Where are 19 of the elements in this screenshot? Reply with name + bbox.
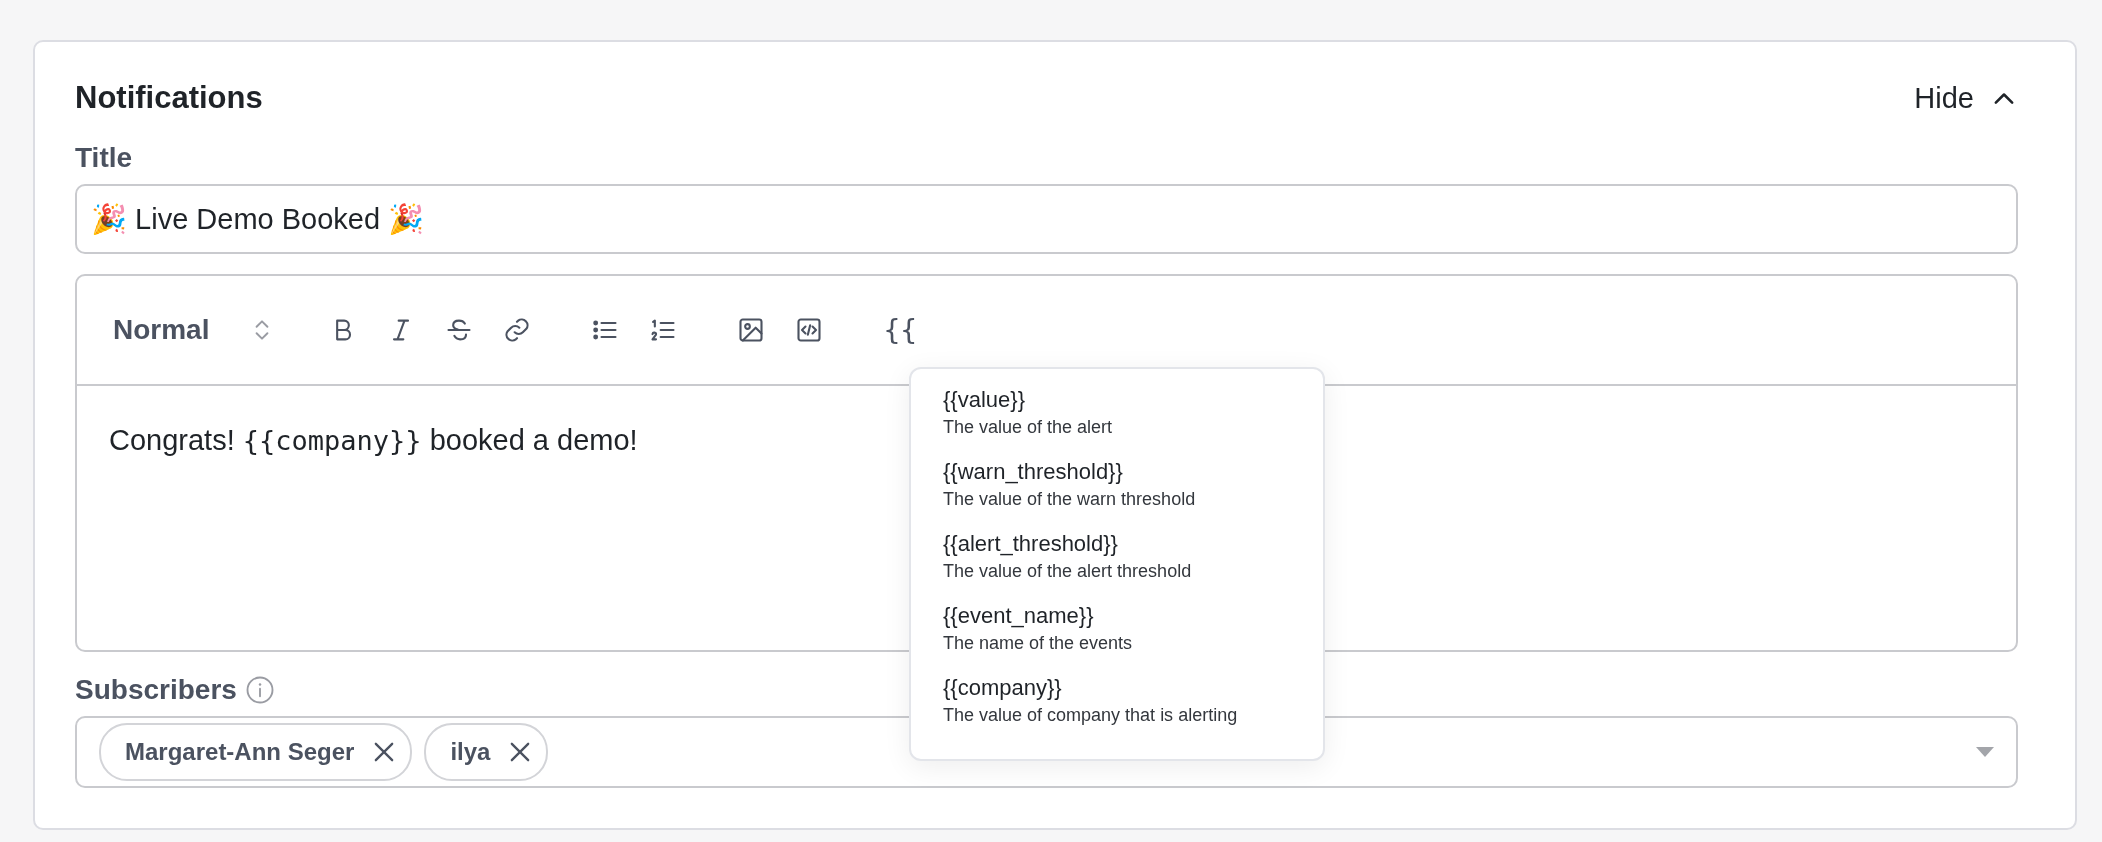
subscriber-chip: Margaret-Ann Seger: [99, 723, 413, 781]
variable-option[interactable]: {{warn_threshold}} The value of the warn threshold: [911, 459, 1323, 531]
message-text[interactable]: Congrats! {{company}} booked a demo!: [109, 424, 638, 456]
insert-variable-button[interactable]: {{: [879, 309, 922, 351]
info-icon: [244, 675, 275, 705]
variable-option[interactable]: {{alert_threshold}} The value of the alert threshold: [911, 531, 1323, 603]
field-label: Title: [75, 142, 133, 174]
format-select[interactable]: Normal: [113, 313, 276, 347]
section-title: Notifications: [75, 80, 263, 116]
hide-button[interactable]: Hide: [1914, 81, 2018, 115]
variable-option[interactable]: {{event_name}} The name of the events: [911, 603, 1323, 675]
image-icon: [737, 316, 766, 344]
dropdown-caret-icon: [1976, 747, 1994, 757]
variable-option[interactable]: {{value}} The value of the alert: [911, 387, 1323, 459]
title-input[interactable]: 🎉 Live Demo Booked 🎉: [75, 184, 2018, 254]
code-block-icon: [795, 316, 824, 344]
link-icon: [503, 316, 532, 344]
subscriber-chip: ilya: [424, 723, 549, 781]
field-label: Subscribers: [75, 674, 237, 706]
